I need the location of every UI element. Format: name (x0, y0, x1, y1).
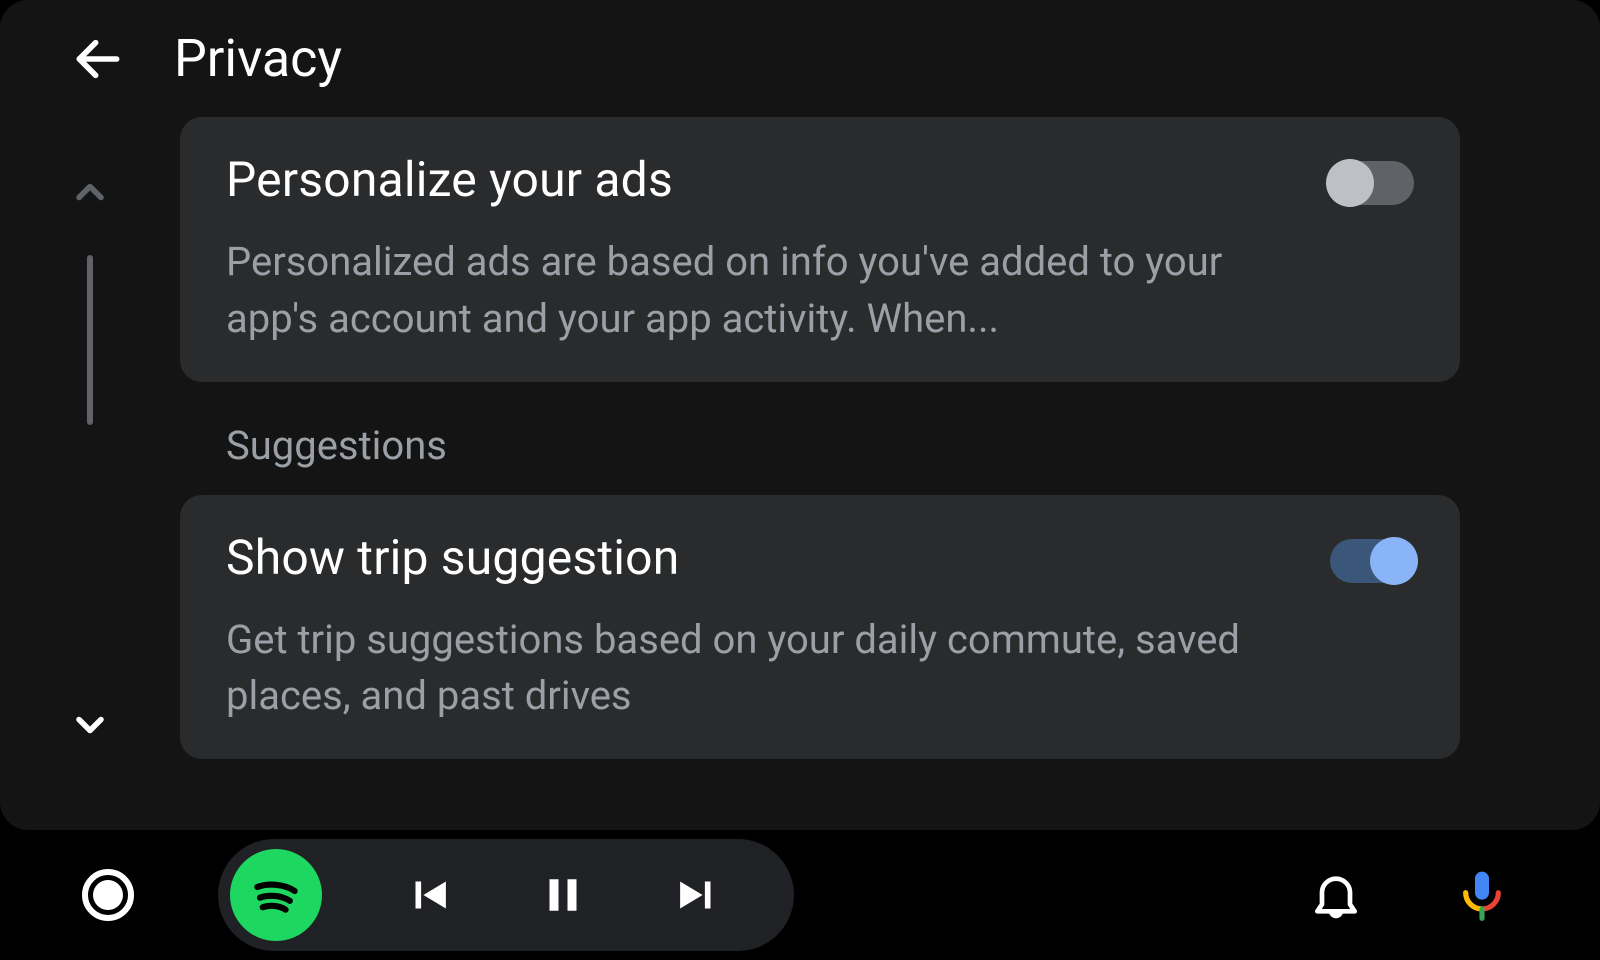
spotify-app-button[interactable] (230, 849, 322, 941)
skip-next-icon (670, 868, 724, 922)
chevron-up-icon (68, 170, 112, 214)
page-title: Privacy (174, 28, 342, 89)
setting-title: Show trip suggestion (226, 529, 1294, 586)
header: Privacy (0, 0, 1600, 117)
scroll-up-button[interactable] (68, 147, 112, 237)
media-next-button[interactable] (670, 868, 724, 922)
media-controls (218, 839, 794, 951)
pause-icon (536, 868, 590, 922)
scrollbar-thumb[interactable] (87, 255, 93, 425)
toggle-knob (1370, 537, 1418, 585)
spotify-icon (244, 863, 308, 927)
scrollbar-track[interactable] (87, 245, 93, 672)
home-icon (82, 869, 134, 921)
setting-trip-suggestion[interactable]: Show trip suggestion Get trip suggestion… (180, 495, 1460, 760)
skip-previous-icon (402, 868, 456, 922)
bottom-nav (0, 830, 1600, 960)
media-pause-button[interactable] (536, 868, 590, 922)
media-previous-button[interactable] (402, 868, 456, 922)
notifications-button[interactable] (1308, 867, 1364, 923)
toggle-personalize-ads[interactable] (1330, 161, 1414, 205)
settings-list: Personalize your ads Personalized ads ar… (180, 117, 1600, 830)
toggle-trip-suggestion[interactable] (1330, 539, 1414, 583)
setting-title: Personalize your ads (226, 151, 1294, 208)
toggle-knob (1326, 159, 1374, 207)
back-button[interactable] (70, 31, 126, 87)
home-button[interactable] (78, 865, 138, 925)
setting-personalize-ads[interactable]: Personalize your ads Personalized ads ar… (180, 117, 1460, 382)
assistant-button[interactable] (1454, 867, 1510, 923)
setting-description: Get trip suggestions based on your daily… (226, 612, 1294, 726)
section-label-suggestions: Suggestions (226, 422, 1460, 469)
bell-icon (1308, 867, 1364, 923)
scroll-indicator (0, 117, 180, 830)
setting-description: Personalized ads are based on info you'v… (226, 234, 1294, 348)
microphone-icon (1454, 867, 1510, 923)
arrow-left-icon (70, 31, 126, 87)
chevron-down-icon (68, 703, 112, 747)
scroll-down-button[interactable] (68, 680, 112, 770)
